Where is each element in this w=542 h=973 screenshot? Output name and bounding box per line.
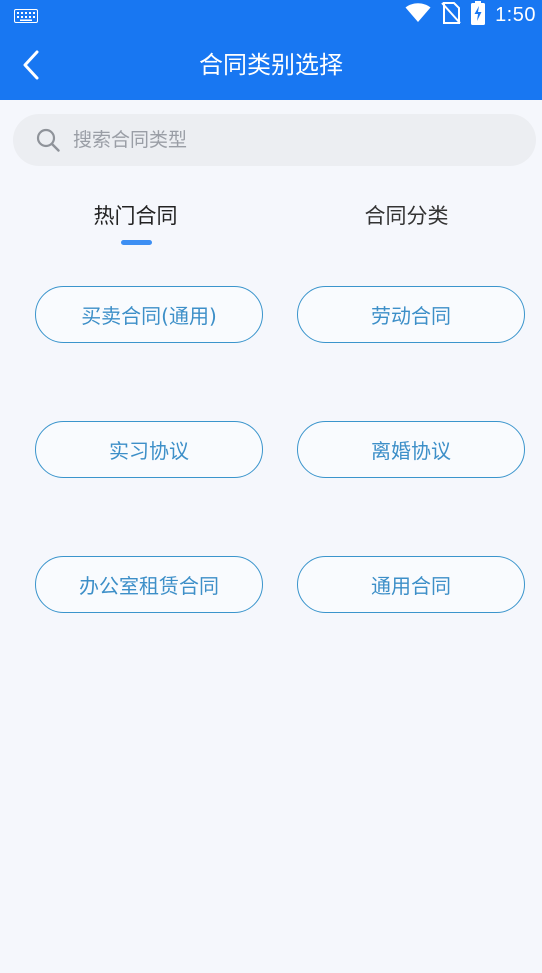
tab-hot-contracts[interactable]: 热门合同 xyxy=(0,190,271,250)
screen: 1:50 合同类别选择 热门合同 合同分类 xyxy=(0,0,542,973)
tab-contract-categories[interactable]: 合同分类 xyxy=(271,190,542,250)
no-sim-icon xyxy=(441,2,461,28)
search-input[interactable] xyxy=(71,119,536,161)
tab-label: 合同分类 xyxy=(364,204,449,228)
battery-charging-icon xyxy=(471,1,486,29)
contract-option-internship[interactable]: 实习协议 xyxy=(35,421,263,478)
tab-label: 热门合同 xyxy=(93,204,178,228)
tab-active-indicator xyxy=(121,240,152,245)
tab-bar: 热门合同 合同分类 xyxy=(0,190,542,250)
header: 1:50 合同类别选择 xyxy=(0,0,542,100)
search-bar[interactable] xyxy=(13,114,536,166)
back-button[interactable] xyxy=(14,48,48,82)
keyboard-icon xyxy=(14,8,38,27)
page-title: 合同类别选择 xyxy=(199,51,343,79)
contract-option-labor[interactable]: 劳动合同 xyxy=(297,286,525,343)
wifi-icon xyxy=(405,3,431,27)
app-bar: 合同类别选择 xyxy=(0,30,542,100)
search-icon xyxy=(35,127,61,153)
status-bar: 1:50 xyxy=(0,0,542,30)
status-time: 1:50 xyxy=(495,3,536,26)
contract-option-sales[interactable]: 买卖合同(通用) xyxy=(35,286,263,343)
chevron-left-icon xyxy=(23,50,39,80)
contract-option-general[interactable]: 通用合同 xyxy=(297,556,525,613)
status-icons: 1:50 xyxy=(405,0,536,30)
contract-option-office-lease[interactable]: 办公室租赁合同 xyxy=(35,556,263,613)
contract-option-divorce[interactable]: 离婚协议 xyxy=(297,421,525,478)
